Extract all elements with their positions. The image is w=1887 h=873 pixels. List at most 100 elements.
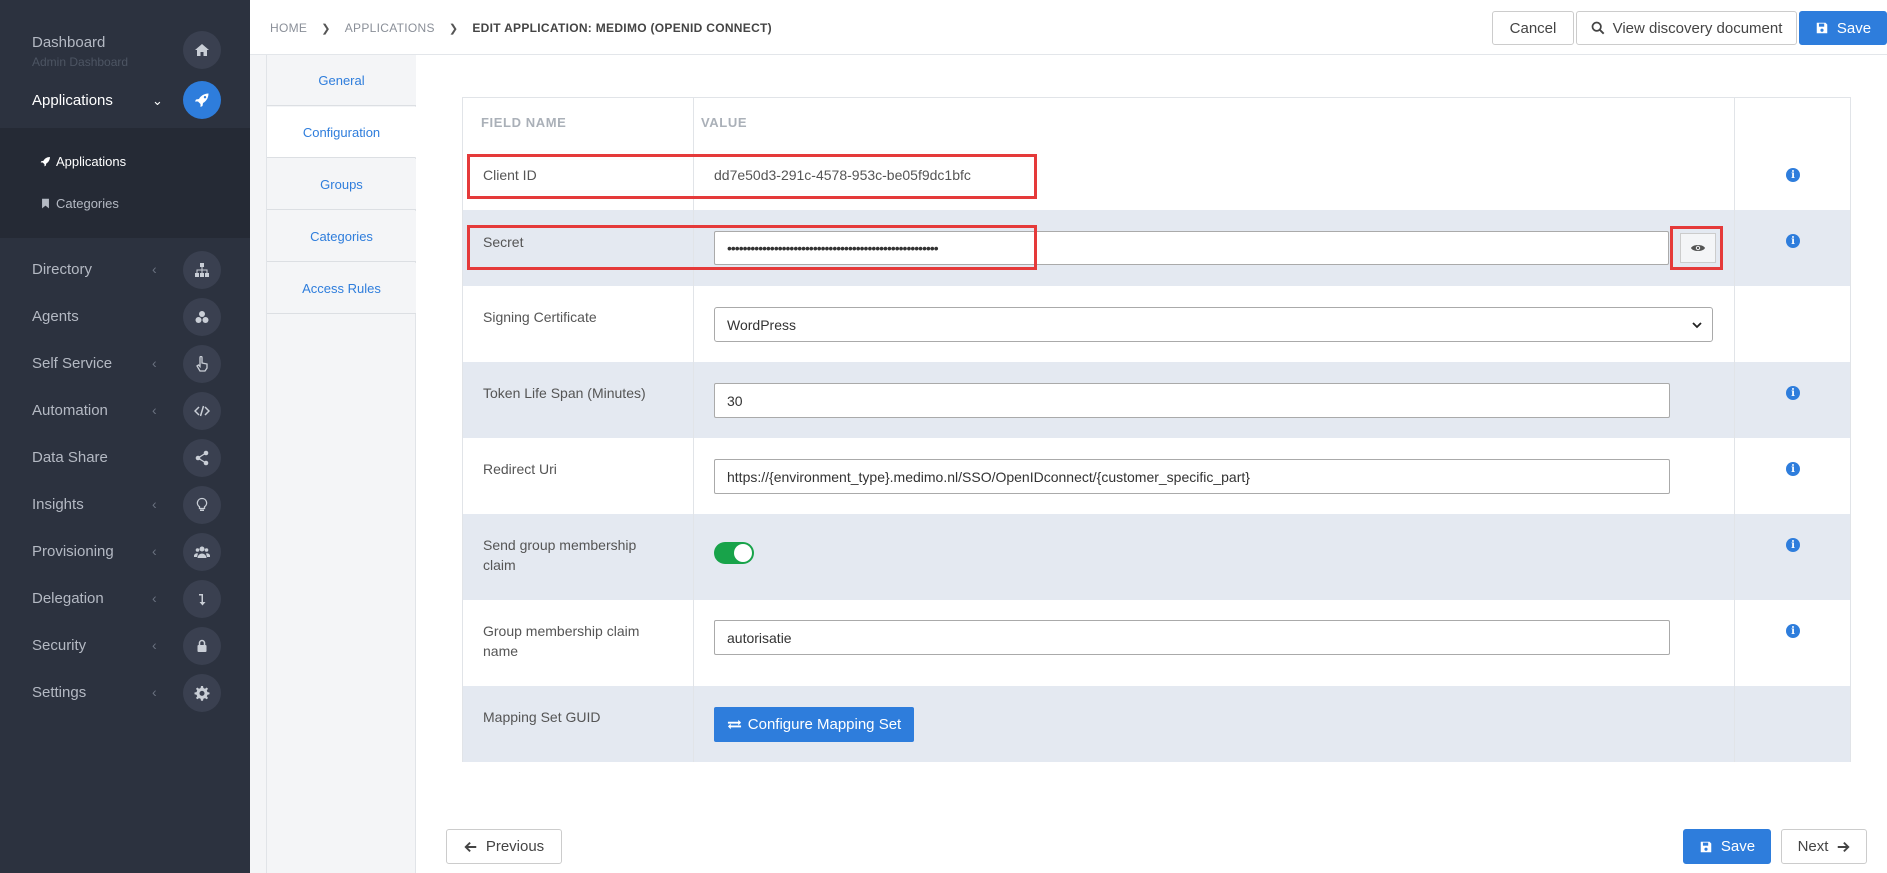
floppy-icon [1700, 841, 1712, 852]
breadcrumb-home[interactable]: HOME [270, 21, 307, 35]
sidebar-subitem-label: Applications [56, 154, 127, 169]
sidebar-subitem-label: Categories [56, 196, 119, 211]
token-life-span-label: Token Life Span (Minutes) [483, 385, 646, 401]
chevron-left-icon: ‹ [152, 543, 157, 559]
next-label: Next [1797, 838, 1829, 855]
sidebar-item-directory[interactable]: Directory [32, 261, 92, 278]
redirect-uri-label: Redirect Uri [483, 461, 557, 477]
search-icon [1591, 21, 1604, 35]
chevron-left-icon: ‹ [152, 402, 157, 418]
next-button[interactable]: Next [1781, 829, 1867, 864]
chevron-down-icon [1692, 322, 1702, 329]
chevron-left-icon: ‹ [152, 637, 157, 653]
configure-mapping-set-label: Configure Mapping Set [747, 716, 902, 733]
tab-groups[interactable]: Groups [267, 159, 416, 210]
sidebar-item-automation[interactable]: Automation [32, 402, 108, 419]
chevron-right-icon: ❯ [321, 22, 331, 35]
chevron-down-icon: ⌄ [152, 93, 163, 108]
tab-access-rules[interactable]: Access Rules [267, 263, 416, 314]
lock-icon[interactable] [183, 627, 221, 665]
tab-label: General [318, 72, 365, 88]
tabs-panel: General Configuration Groups Categories … [266, 55, 416, 873]
tab-label: Access Rules [302, 280, 381, 296]
share-icon[interactable] [183, 439, 221, 477]
view-discovery-button[interactable]: View discovery document [1576, 11, 1797, 45]
arrow-left-icon [464, 841, 477, 852]
toggle-knob [734, 544, 752, 562]
save-button-top[interactable]: Save [1799, 11, 1887, 45]
cancel-label: Cancel [1509, 19, 1557, 37]
view-discovery-label: View discovery document [1612, 19, 1783, 37]
home-icon[interactable] [183, 31, 221, 69]
info-icon[interactable]: i [1786, 462, 1800, 476]
send-group-claim-toggle[interactable] [714, 542, 754, 564]
sidebar-subitem-applications[interactable]: Applications [40, 154, 126, 169]
send-group-claim-label: Send group membership claim [483, 537, 637, 573]
code-icon[interactable] [183, 392, 221, 430]
save-button-bottom[interactable]: Save [1683, 829, 1771, 864]
sidebar-item-insights[interactable]: Insights [32, 496, 84, 513]
signing-certificate-select[interactable]: WordPress [714, 307, 1713, 342]
header-field-name: FIELD NAME [481, 115, 567, 130]
column-divider [1734, 97, 1735, 762]
sidebar-item-self-service[interactable]: Self Service [32, 355, 112, 372]
chevron-left-icon: ‹ [152, 261, 157, 277]
sidebar-item-applications[interactable]: Applications [32, 92, 113, 109]
group-claim-name-input[interactable]: autorisatie [714, 620, 1670, 655]
lightbulb-icon[interactable] [183, 486, 221, 524]
save-label: Save [1836, 19, 1872, 37]
chevron-left-icon: ‹ [152, 496, 157, 512]
redirect-uri-input[interactable]: https://{environment_type}.medimo.nl/SSO… [714, 459, 1670, 494]
cancel-button[interactable]: Cancel [1492, 11, 1574, 45]
sidebar-item-settings[interactable]: Settings [32, 684, 86, 701]
mapping-set-guid-label: Mapping Set GUID [483, 709, 601, 725]
chevron-left-icon: ‹ [152, 684, 157, 700]
info-icon[interactable]: i [1786, 386, 1800, 400]
save-label: Save [1720, 838, 1756, 855]
highlight-box [467, 154, 1037, 199]
tab-general[interactable]: General [267, 55, 416, 106]
info-icon[interactable]: i [1786, 234, 1800, 248]
sitemap-icon[interactable] [183, 251, 221, 289]
sidebar-subitem-categories[interactable]: Categories [40, 196, 119, 211]
breadcrumb-applications[interactable]: APPLICATIONS [345, 21, 435, 35]
sidebar-item-agents[interactable]: Agents [32, 308, 79, 325]
exchange-icon [727, 719, 741, 730]
table-row [463, 686, 1850, 762]
info-icon[interactable]: i [1786, 624, 1800, 638]
cubes-icon[interactable] [183, 298, 221, 336]
level-down-icon[interactable] [183, 580, 221, 618]
dashboard-subtitle: Admin Dashboard [32, 55, 129, 69]
dashboard-title: Dashboard [32, 34, 106, 51]
tab-categories[interactable]: Categories [267, 211, 416, 262]
token-life-span-input[interactable]: 30 [714, 383, 1670, 418]
configure-mapping-set-button[interactable]: Configure Mapping Set [714, 707, 914, 742]
sidebar-item-dashboard[interactable]: Dashboard Admin Dashboard [32, 34, 128, 69]
info-icon[interactable]: i [1786, 538, 1800, 552]
breadcrumb: HOME ❯ APPLICATIONS ❯ EDIT APPLICATION: … [270, 21, 772, 35]
sidebar-item-delegation[interactable]: Delegation [32, 590, 104, 607]
info-icon[interactable]: i [1786, 168, 1800, 182]
previous-button[interactable]: Previous [446, 829, 562, 864]
group-claim-name-label: Group membership claim name [483, 623, 640, 659]
highlight-box [1670, 226, 1723, 270]
highlight-box [467, 225, 1037, 270]
signing-certificate-value: WordPress [727, 316, 796, 333]
tab-configuration[interactable]: Configuration [267, 107, 416, 158]
sidebar-item-security[interactable]: Security [32, 637, 86, 654]
arrow-right-icon [1838, 841, 1851, 852]
breadcrumb-current: EDIT APPLICATION: MEDIMO (OPENID CONNECT… [472, 21, 772, 35]
floppy-icon [1816, 22, 1828, 34]
users-icon[interactable] [183, 533, 221, 571]
sidebar-item-provisioning[interactable]: Provisioning [32, 543, 114, 560]
tab-label: Configuration [302, 124, 381, 140]
bookmark-icon [42, 198, 49, 209]
rocket-icon[interactable] [183, 81, 221, 119]
sidebar-item-data-share[interactable]: Data Share [32, 449, 108, 466]
gear-icon[interactable] [183, 674, 221, 712]
rocket-icon [40, 157, 50, 167]
chevron-left-icon: ‹ [152, 590, 157, 606]
active-tab-pointer [415, 106, 429, 158]
signing-certificate-label: Signing Certificate [483, 309, 597, 325]
hand-pointer-icon[interactable] [183, 345, 221, 383]
